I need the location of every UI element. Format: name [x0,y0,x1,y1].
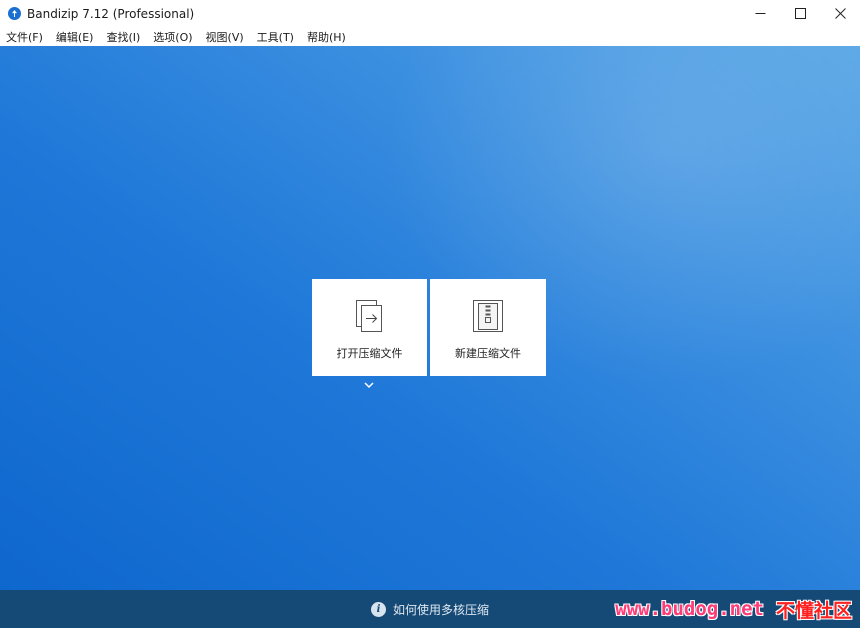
minimize-icon [755,13,765,14]
menu-help[interactable]: 帮助(H) [300,29,352,45]
new-archive-icon [473,300,503,332]
main-area: 打开压缩文件 新建压缩文件 [0,46,860,590]
close-button[interactable] [820,0,860,27]
new-archive-label: 新建压缩文件 [455,347,521,360]
chevron-down-icon[interactable] [363,381,375,389]
watermark-cn: 不懂社区 [775,599,852,622]
menu-options[interactable]: 选项(O) [146,29,198,45]
new-archive-button[interactable]: 新建压缩文件 [430,279,546,376]
menu-file[interactable]: 文件(F) [0,29,49,45]
watermark-url: www.budog.net [615,598,764,620]
maximize-icon [794,8,806,19]
title-bar: Bandizip 7.12 (Professional) [0,0,860,27]
open-archive-label: 打开压缩文件 [336,347,403,360]
bandizip-logo-icon [8,7,21,20]
maximize-button[interactable] [780,0,820,27]
status-bar: i 如何使用多核压缩 www.budog.net 不懂社区 [0,590,860,628]
menu-bar: 文件(F) 编辑(E) 查找(I) 选项(O) 视图(V) 工具(T) 帮助(H… [0,27,860,46]
menu-edit[interactable]: 编辑(E) [49,29,100,45]
menu-tools[interactable]: 工具(T) [250,29,300,45]
help-text: 如何使用多核压缩 [393,602,490,617]
window-controls [740,0,860,27]
menu-view[interactable]: 视图(V) [199,29,250,45]
open-archive-icon [355,300,382,332]
minimize-button[interactable] [740,0,780,27]
info-icon: i [371,601,386,617]
multicore-help-link[interactable]: i 如何使用多核压缩 [371,590,489,628]
bandizip-window: Bandizip 7.12 (Professional) 文件(F) 编辑(E)… [0,0,860,628]
watermark: www.budog.net 不懂社区 [615,590,852,628]
menu-find[interactable]: 查找(I) [99,29,146,45]
action-tiles: 打开压缩文件 新建压缩文件 [312,279,546,376]
window-title: Bandizip 7.12 (Professional) [27,6,195,21]
open-archive-button[interactable]: 打开压缩文件 [312,279,427,376]
close-icon [834,8,846,19]
